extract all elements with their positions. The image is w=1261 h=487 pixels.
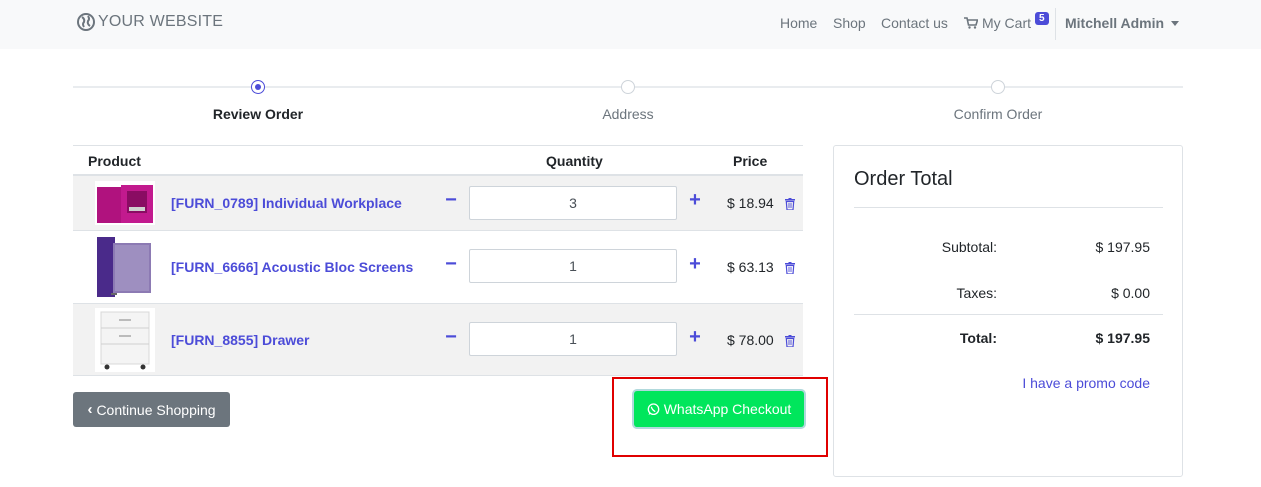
column-header-quantity: Quantity <box>546 153 603 169</box>
brand-logo[interactable]: YOUR WEBSITE <box>77 13 223 31</box>
globe-icon <box>77 13 95 31</box>
quantity-input[interactable] <box>469 322 677 356</box>
decrease-quantity-button[interactable]: − <box>443 189 459 212</box>
step-address-label[interactable]: Address <box>528 106 728 122</box>
total-value: $ 197.95 <box>1095 330 1151 346</box>
user-name: Mitchell Admin <box>1065 15 1165 31</box>
taxes-value: $ 0.00 <box>1111 285 1150 301</box>
step-review-order-dot[interactable] <box>251 80 265 94</box>
order-total-card: Order Total Subtotal: $ 197.95 Taxes: $ … <box>833 145 1183 477</box>
continue-shopping-button[interactable]: ‹ Continue Shopping <box>73 392 230 427</box>
nav-divider <box>1055 8 1056 40</box>
trash-icon[interactable] <box>785 262 795 274</box>
quantity-input[interactable] <box>469 186 677 220</box>
nav-cart-label: My Cart <box>982 15 1031 31</box>
chevron-left-icon: ‹ <box>87 401 93 418</box>
product-name-link[interactable]: [FURN_6666] Acoustic Bloc Screens <box>171 259 413 275</box>
product-price: $ 18.94 <box>727 195 774 211</box>
product-name-link[interactable]: [FURN_8855] Drawer <box>171 332 310 348</box>
card-divider <box>854 314 1163 315</box>
nav-contact-us[interactable]: Contact us <box>881 15 948 31</box>
increase-quantity-button[interactable]: + <box>687 326 703 349</box>
whatsapp-icon <box>647 402 660 415</box>
trash-icon[interactable] <box>785 335 795 347</box>
decrease-quantity-button[interactable]: − <box>443 326 459 349</box>
subtotal-value: $ 197.95 <box>1095 239 1151 255</box>
step-confirm-order-label[interactable]: Confirm Order <box>898 106 1098 122</box>
brand-name: YOUR WEBSITE <box>98 13 224 30</box>
whatsapp-checkout-button[interactable]: WhatsApp Checkout <box>634 391 804 427</box>
quantity-input[interactable] <box>469 249 677 283</box>
cart-count-badge: 5 <box>1035 11 1049 25</box>
step-confirm-order-dot[interactable] <box>991 80 1005 94</box>
product-name-link[interactable]: [FURN_0789] Individual Workplace <box>171 195 402 211</box>
increase-quantity-button[interactable]: + <box>687 253 703 276</box>
decrease-quantity-button[interactable]: − <box>443 253 459 276</box>
top-navbar: YOUR WEBSITE Home Shop Contact us My Car… <box>0 0 1261 49</box>
nav-shop[interactable]: Shop <box>833 15 866 31</box>
product-price: $ 63.13 <box>727 259 774 275</box>
column-header-price: Price <box>733 153 768 169</box>
order-total-title: Order Total <box>854 168 953 190</box>
cart-row: [FURN_8855] Drawer − + $ 78.00 <box>73 304 803 376</box>
shopping-cart-icon <box>964 17 978 29</box>
cart-row: [FURN_0789] Individual Workplace − + $ 1… <box>73 176 803 231</box>
product-price: $ 78.00 <box>727 332 774 348</box>
nav-home[interactable]: Home <box>780 15 817 31</box>
cart-table-header: Product Quantity Price <box>73 145 803 176</box>
caret-down-icon <box>1171 21 1180 26</box>
trash-icon[interactable] <box>785 198 795 210</box>
whatsapp-checkout-label: WhatsApp Checkout <box>663 401 792 417</box>
step-review-order-label[interactable]: Review Order <box>158 106 358 122</box>
product-thumbnail[interactable] <box>95 308 155 372</box>
step-address-dot[interactable] <box>621 80 635 94</box>
column-header-product: Product <box>88 153 141 169</box>
card-divider <box>854 207 1163 208</box>
increase-quantity-button[interactable]: + <box>687 189 703 212</box>
user-menu[interactable]: Mitchell Admin <box>1065 15 1180 31</box>
cart-row: [FURN_6666] Acoustic Bloc Screens − + $ … <box>73 231 803 304</box>
nav-my-cart[interactable]: My Cart 5 <box>964 11 1049 31</box>
continue-shopping-label: Continue Shopping <box>96 401 216 418</box>
promo-code-link[interactable]: I have a promo code <box>834 375 1150 391</box>
product-thumbnail[interactable] <box>95 235 155 299</box>
product-thumbnail[interactable] <box>95 181 155 225</box>
